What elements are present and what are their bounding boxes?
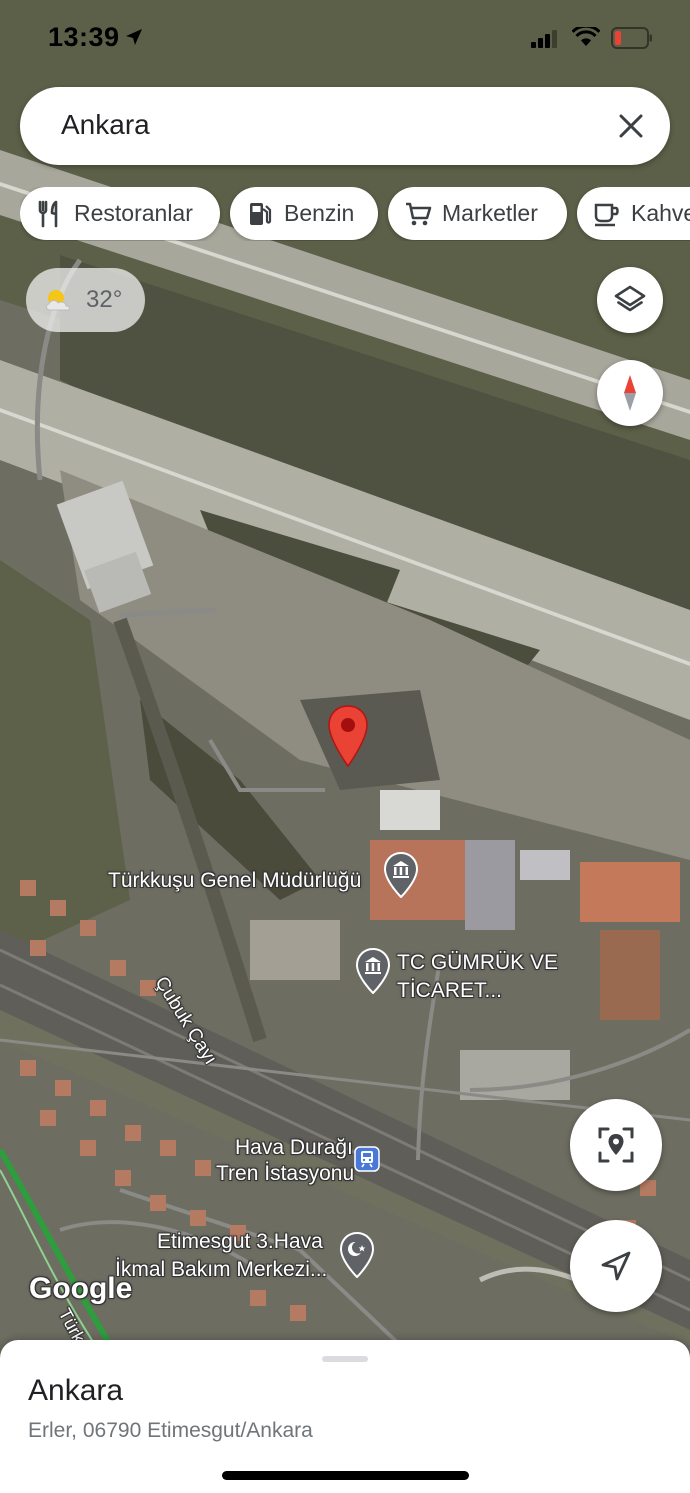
chip-coffee[interactable]: Kahve bbox=[577, 187, 690, 240]
place-address: Erler, 06790 Etimesgut/Ankara bbox=[28, 1419, 313, 1442]
chip-label: Restoranlar bbox=[74, 200, 193, 226]
red-location-pin-icon[interactable] bbox=[326, 704, 370, 768]
location-arrow-icon bbox=[126, 29, 142, 45]
coffee-cup-icon bbox=[593, 200, 621, 228]
chip-restaurants[interactable]: Restoranlar bbox=[20, 187, 220, 240]
chip-label: Kahve bbox=[631, 200, 690, 226]
partly-cloudy-icon bbox=[46, 290, 70, 311]
weather-badge[interactable]: 32° bbox=[26, 268, 145, 332]
layers-icon bbox=[614, 285, 646, 312]
government-building-pin-icon[interactable] bbox=[356, 948, 390, 994]
search-query[interactable]: Ankara bbox=[61, 109, 150, 141]
wifi-icon bbox=[572, 27, 600, 46]
train-station-icon[interactable] bbox=[354, 1146, 380, 1172]
station-label-line1[interactable]: Hava Durağı bbox=[235, 1135, 353, 1160]
poi-label-etimesgut-line1[interactable]: Etimesgut 3.Hava bbox=[157, 1229, 323, 1254]
station-label-line2[interactable]: Tren İstasyonu bbox=[216, 1161, 354, 1186]
battery-icon bbox=[611, 27, 652, 49]
google-logo: Google bbox=[29, 1272, 133, 1305]
category-chips: Restoranlar Benzin Marketler Kahve bbox=[20, 187, 690, 241]
close-icon[interactable] bbox=[618, 113, 644, 139]
weather-temperature: 32° bbox=[86, 286, 123, 313]
poi-label-etimesgut-line2[interactable]: İkmal Bakım Merkezi... bbox=[115, 1257, 327, 1282]
search-bar[interactable]: Ankara bbox=[20, 87, 670, 165]
gas-station-icon bbox=[246, 200, 274, 228]
compass-button[interactable] bbox=[597, 360, 663, 426]
shopping-cart-icon bbox=[404, 200, 432, 228]
sheet-drag-handle[interactable] bbox=[322, 1356, 368, 1362]
poi-label-gumruk-line1[interactable]: TC GÜMRÜK VE bbox=[397, 950, 558, 975]
fork-knife-icon bbox=[36, 200, 64, 228]
home-indicator[interactable] bbox=[222, 1471, 469, 1480]
chip-label: Benzin bbox=[284, 200, 355, 226]
chip-label: Marketler bbox=[442, 200, 538, 226]
chip-markets[interactable]: Marketler bbox=[388, 187, 567, 240]
scan-location-icon bbox=[598, 1127, 634, 1163]
place-title: Ankara bbox=[28, 1374, 124, 1407]
poi-label-gumruk-line2[interactable]: TİCARET... bbox=[397, 978, 502, 1003]
layers-button[interactable] bbox=[597, 267, 663, 333]
poi-label-turkkusu[interactable]: Türkkuşu Genel Müdürlüğü bbox=[108, 868, 361, 893]
navigation-arrow-icon bbox=[601, 1251, 631, 1281]
status-bar: 13:39 bbox=[0, 0, 690, 76]
government-building-pin-icon[interactable] bbox=[384, 852, 418, 898]
compass-icon bbox=[624, 375, 636, 411]
status-time: 13:39 bbox=[48, 22, 120, 52]
chip-gas[interactable]: Benzin bbox=[230, 187, 378, 240]
mosque-pin-icon[interactable] bbox=[340, 1232, 374, 1278]
nearby-search-button[interactable] bbox=[570, 1099, 662, 1191]
cellular-signal-icon bbox=[531, 30, 557, 48]
my-location-button[interactable] bbox=[570, 1220, 662, 1312]
